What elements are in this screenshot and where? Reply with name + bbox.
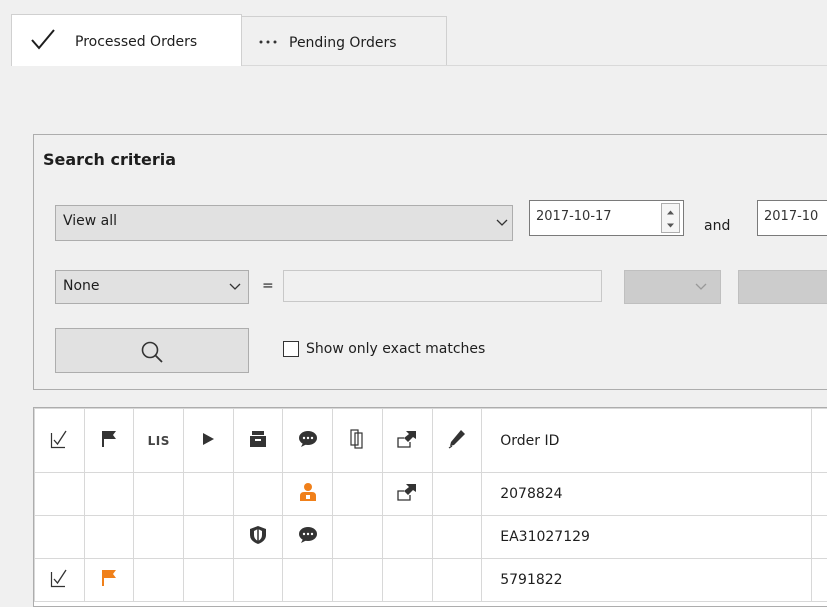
chevron-down-icon [496,219,508,227]
col-check[interactable] [35,409,85,473]
spin-up-icon[interactable] [662,205,679,219]
tab-pending-orders[interactable]: Pending Orders [242,16,447,65]
tab-label: Processed Orders [75,34,197,50]
order-id-cell[interactable]: 5791822 [482,559,812,602]
view-filter-select[interactable]: View all [55,205,513,241]
check-box-icon [50,429,68,449]
col-archive[interactable] [233,409,283,473]
comment-icon [298,430,318,448]
operator-select[interactable] [624,270,721,304]
col-next[interactable] [812,409,827,473]
table-row[interactable]: 2078824 [35,473,827,516]
date-from-picker[interactable]: 2017-10-17 [529,200,684,236]
table-row[interactable]: 5791822 [35,559,827,602]
table-row[interactable]: EA31027129 [35,516,827,559]
date-from-value: 2017-10-17 [536,209,612,224]
exact-match-checkbox[interactable] [283,341,299,357]
orders-table: LIS Order ID [34,408,827,602]
flag-icon [101,430,117,448]
col-flag[interactable] [84,409,134,473]
col-order-id[interactable]: Order ID [482,409,812,473]
search-icon [140,340,164,364]
col-lis[interactable]: LIS [134,409,184,473]
col-pen[interactable] [432,409,482,473]
col-play[interactable] [184,409,234,473]
tab-strip: Processed Orders Pending Orders [0,0,827,66]
field-filter-value: None [63,278,100,294]
check-icon [50,568,68,588]
equals-label: = [262,278,274,294]
search-value-input[interactable] [283,270,602,302]
chevron-down-icon [229,283,241,291]
order-id-cell[interactable]: EA31027129 [482,516,812,559]
pen-icon [448,429,466,449]
comment-icon [298,526,318,544]
export-icon [396,483,418,501]
search-button[interactable] [55,328,249,373]
tab-processed-orders[interactable]: Processed Orders [11,14,242,66]
lis-header: LIS [148,434,170,448]
date-to-value: 2017-10 [764,209,818,224]
spin-down-icon[interactable] [662,219,679,233]
archive-icon [249,430,267,448]
order-id-cell[interactable]: 2078824 [482,473,812,516]
col-copy[interactable] [333,409,383,473]
exact-match-label[interactable]: Show only exact matches [306,341,485,357]
col-export[interactable] [382,409,432,473]
shield-icon [249,525,267,545]
date-to-picker[interactable]: 2017-10 [757,200,827,236]
view-filter-value: View all [63,213,117,229]
col-comment[interactable] [283,409,333,473]
field-filter-select[interactable]: None [55,270,249,304]
orders-grid: LIS Order ID [33,407,827,607]
tab-label: Pending Orders [289,35,397,51]
user-orange-icon [298,482,318,502]
checkmark-icon [30,27,56,51]
date-spinner[interactable] [661,203,680,233]
flag-orange-icon [101,569,117,587]
copy-icon [350,429,364,449]
and-label: and [704,218,730,234]
grid-header: LIS Order ID [35,409,827,473]
play-icon [201,432,215,446]
export-icon [396,430,418,448]
chevron-down-icon [695,283,707,291]
search-criteria-title: Search criteria [43,150,176,169]
secondary-select[interactable] [738,270,827,304]
ellipsis-icon [258,39,278,45]
